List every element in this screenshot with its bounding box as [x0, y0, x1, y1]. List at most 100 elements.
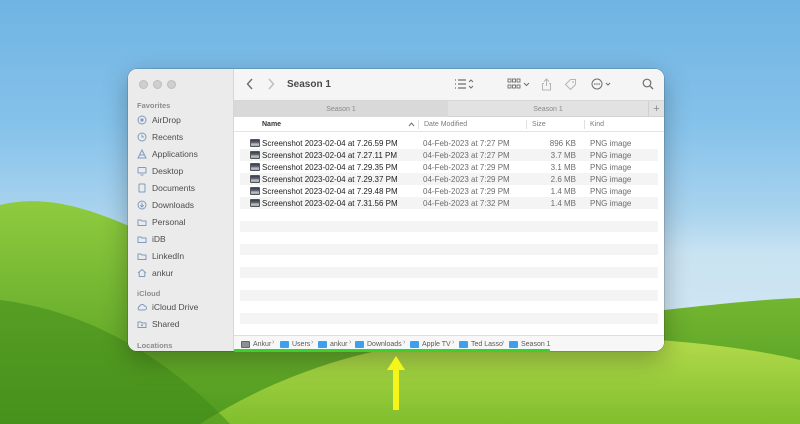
path-bar-highlight: [234, 349, 550, 352]
file-kind: PNG image: [590, 151, 631, 160]
table-row[interactable]: Screenshot 2023-02-04 at 7.27.11 PM 04-F…: [240, 149, 658, 161]
column-size[interactable]: Size: [532, 117, 546, 132]
sidebar-item-shared[interactable]: Shared: [137, 317, 179, 330]
file-kind: PNG image: [590, 163, 631, 172]
finder-window: Favorites AirDrop Recents Applications D…: [128, 69, 664, 351]
column-divider: [584, 120, 585, 129]
sidebar-item-label: Downloads: [152, 200, 194, 210]
table-row[interactable]: Screenshot 2023-02-04 at 7.29.37 PM 04-F…: [240, 173, 658, 185]
file-name: Screenshot 2023-02-04 at 7.29.35 PM: [262, 163, 398, 172]
path-separator-icon: ›: [452, 339, 454, 346]
sidebar: Favorites AirDrop Recents Applications D…: [128, 69, 234, 351]
path-item-label: Users: [292, 341, 310, 348]
column-name[interactable]: Name: [262, 117, 281, 132]
shared-folder-icon: [137, 319, 147, 329]
sidebar-item-label: Desktop: [152, 166, 183, 176]
column-header: Name Date Modified Size Kind: [234, 117, 664, 132]
sidebar-item-airdrop[interactable]: AirDrop: [137, 113, 181, 126]
desktop-icon: [137, 166, 147, 176]
hard-drive-icon: [241, 341, 250, 348]
document-icon: [137, 183, 147, 193]
path-item-label: Season 1: [521, 341, 551, 348]
folder-icon: [318, 341, 327, 348]
file-date: 04-Feb-2023 at 7:27 PM: [423, 151, 510, 160]
sidebar-item-downloads[interactable]: Downloads: [137, 198, 194, 211]
sidebar-item-label: Documents: [152, 183, 195, 193]
file-kind: PNG image: [590, 199, 631, 208]
tag-icon[interactable]: [564, 77, 577, 91]
sidebar-item-ankur[interactable]: ankur: [137, 266, 173, 279]
sidebar-item-linkedin[interactable]: LinkedIn: [137, 249, 184, 262]
sidebar-item-label: AirDrop: [152, 115, 181, 125]
list-view-icon[interactable]: [454, 77, 474, 91]
minimize-button[interactable]: [153, 80, 162, 89]
file-size: 1.4 MB: [530, 187, 576, 196]
path-separator-icon: ›: [349, 339, 351, 346]
path-item-label: Ted Lasso: [471, 341, 503, 348]
column-date-modified[interactable]: Date Modified: [424, 117, 467, 132]
folder-icon: [137, 234, 147, 244]
image-file-icon: [250, 199, 260, 207]
sidebar-item-idb[interactable]: iDB: [137, 232, 166, 245]
sidebar-item-icloud-drive[interactable]: iCloud Drive: [137, 300, 198, 313]
folder-icon: [137, 251, 147, 261]
more-actions-icon[interactable]: [591, 77, 613, 91]
column-divider: [526, 120, 527, 129]
sidebar-item-label: ankur: [152, 268, 173, 278]
share-icon[interactable]: [541, 77, 552, 91]
locations-heading: Locations: [137, 341, 172, 350]
image-file-icon: [250, 163, 260, 171]
airdrop-icon: [137, 115, 147, 125]
close-button[interactable]: [139, 80, 148, 89]
icloud-heading: iCloud: [137, 289, 160, 298]
sidebar-item-label: Applications: [152, 149, 198, 159]
image-file-icon: [250, 139, 260, 147]
column-kind[interactable]: Kind: [590, 117, 604, 132]
table-row[interactable]: Screenshot 2023-02-04 at 7.31.56 PM 04-F…: [240, 197, 658, 209]
sidebar-item-label: Shared: [152, 319, 179, 329]
sidebar-item-label: iCloud Drive: [152, 302, 198, 312]
file-size: 2.6 MB: [530, 175, 576, 184]
tab-season-1[interactable]: Season 1: [448, 101, 648, 117]
sidebar-item-documents[interactable]: Documents: [137, 181, 195, 194]
path-item-label: ankur: [330, 341, 348, 348]
applications-icon: [137, 149, 147, 159]
table-row[interactable]: Screenshot 2023-02-04 at 7.29.48 PM 04-F…: [240, 185, 658, 197]
sidebar-item-label: iDB: [152, 234, 166, 244]
file-kind: PNG image: [590, 139, 631, 148]
folder-icon: [137, 217, 147, 227]
sidebar-item-personal[interactable]: Personal: [137, 215, 186, 228]
group-grid-icon[interactable]: [507, 77, 531, 91]
path-separator-icon: ›: [403, 339, 405, 346]
column-divider: [418, 120, 419, 129]
tab-season-1-active[interactable]: Season 1: [234, 101, 448, 117]
folder-icon: [410, 341, 419, 348]
empty-row-stripe: [240, 290, 658, 301]
table-row[interactable]: Screenshot 2023-02-04 at 7.26.59 PM 04-F…: [240, 137, 658, 149]
empty-row-stripe: [240, 267, 658, 278]
file-size: 3.7 MB: [530, 151, 576, 160]
table-row[interactable]: Screenshot 2023-02-04 at 7.29.35 PM 04-F…: [240, 161, 658, 173]
search-icon[interactable]: [642, 77, 654, 91]
file-name: Screenshot 2023-02-04 at 7.26.59 PM: [262, 139, 398, 148]
file-kind: PNG image: [590, 175, 631, 184]
file-size: 3.1 MB: [530, 163, 576, 172]
sidebar-item-recents[interactable]: Recents: [137, 130, 183, 143]
path-item-label: Downloads: [367, 341, 402, 348]
cloud-icon: [137, 302, 147, 312]
sidebar-item-applications[interactable]: Applications: [137, 147, 198, 160]
empty-row-stripe: [240, 244, 658, 255]
download-icon: [137, 200, 147, 210]
empty-row-stripe: [240, 221, 658, 232]
sidebar-item-desktop[interactable]: Desktop: [137, 164, 183, 177]
zoom-button[interactable]: [167, 80, 176, 89]
file-size: 896 KB: [530, 139, 576, 148]
new-tab-button[interactable]: +: [648, 101, 664, 117]
forward-chevron-icon[interactable]: [267, 77, 275, 91]
file-date: 04-Feb-2023 at 7:29 PM: [423, 175, 510, 184]
toolbar: Season 1: [234, 69, 664, 100]
back-chevron-icon[interactable]: [246, 77, 254, 91]
path-separator-icon: ›: [272, 339, 274, 346]
file-name: Screenshot 2023-02-04 at 7.29.37 PM: [262, 175, 398, 184]
folder-icon: [355, 341, 364, 348]
